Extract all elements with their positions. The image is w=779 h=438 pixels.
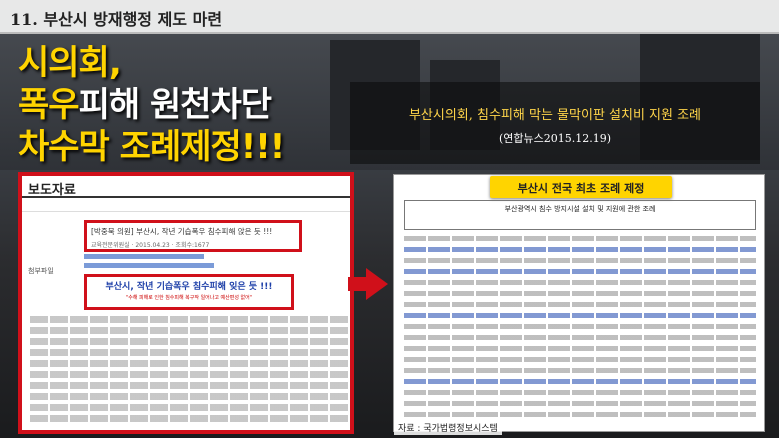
news-citation: (연합뉴스2015.12.19) (498, 132, 612, 145)
attachment-list (84, 254, 214, 268)
headline-line-2-rest: 피해 원천차단 (78, 85, 273, 125)
article-meta: 교육전문위원실 · 2015.04.23 · 조회수:1677 (91, 242, 210, 249)
headline-line-2: 폭우피해 원천차단 (18, 84, 318, 126)
headline-line-2-highlight: 폭우 (18, 85, 80, 125)
section-title: 11. 부산시 방재행정 제도 마련 (10, 10, 223, 29)
article-subheadline: "수해 피해로 인한 침수피해 복구작 일어나고 예산편성 없어" (125, 295, 253, 301)
news-title: 부산시의회, 침수피해 막는 물막이판 설치비 지원 조례 (408, 108, 702, 123)
article-title: [박중묵 의원] 부산시, 작년 기습폭우 침수피해 앉은 듯 !!! (91, 227, 273, 236)
press-release-header: 보도자료 (22, 176, 350, 198)
article-title-box: [박중묵 의원] 부산시, 작년 기습폭우 침수피해 앉은 듯 !!! 교육전문… (84, 220, 302, 252)
ordinance-title-box: 부산광역시 침수 방지시설 설치 및 지원에 관한 조례 (404, 200, 756, 230)
article-body-lines (30, 316, 350, 426)
ordinance-title: 부산광역시 침수 방지시설 설치 및 지원에 관한 조례 (504, 205, 656, 213)
news-panel: 부산시의회, 침수피해 막는 물막이판 설치비 지원 조례 (연합뉴스2015.… (350, 82, 760, 164)
breadcrumb (22, 198, 350, 212)
attachment-label: 첨부파일 (28, 267, 54, 275)
headline-line-1: 시의회, (18, 43, 122, 83)
article-headline: 부산시, 작년 기습폭우 침수피해 잊은 듯 !!! (105, 282, 273, 292)
press-release-screenshot: 보도자료 첨부파일 [박중묵 의원] 부산시, 작년 기습폭우 침수피해 앉은 … (18, 172, 354, 434)
headline-line-3: 차수막 조례제정!!! (18, 127, 285, 167)
source-caption: 자료 : 국가법령정보시스템 (394, 420, 502, 435)
section-title-bar: 11. 부산시 방재행정 제도 마련 (0, 0, 779, 34)
headline: 시의회, 폭우피해 원천차단 차수막 조례제정!!! (18, 42, 318, 168)
ordinance-body-lines (404, 236, 756, 423)
article-headline-box: 부산시, 작년 기습폭우 침수피해 잊은 듯 !!! "수해 피해로 인한 침수… (84, 274, 294, 310)
arrow-right-icon (348, 268, 388, 300)
ordinance-badge: 부산시 전국 최초 조례 제정 (490, 176, 672, 198)
